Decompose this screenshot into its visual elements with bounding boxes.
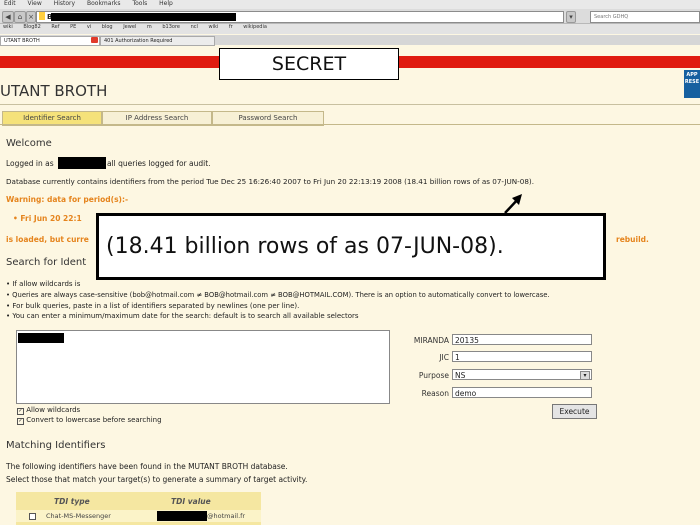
menu-view[interactable]: View xyxy=(28,0,42,7)
classification-label: SECRET xyxy=(219,48,399,80)
bookmark-item[interactable]: vi xyxy=(87,24,91,30)
identifier-textarea[interactable] xyxy=(16,330,390,404)
jic-input[interactable]: 1 xyxy=(452,351,592,362)
username-redaction xyxy=(58,157,106,169)
bookmark-item[interactable]: b13ore xyxy=(162,24,180,30)
browser-tab-label: UTANT BROTH xyxy=(4,38,40,44)
purpose-select[interactable]: NS ▾ xyxy=(452,369,592,380)
site-icon xyxy=(39,12,45,20)
dropdown-icon[interactable]: ▾ xyxy=(566,11,576,23)
column-header-value: TDI value xyxy=(171,497,211,506)
identifier-redaction xyxy=(18,333,64,343)
allow-wildcards-label: Allow wildcards xyxy=(26,406,81,414)
table-row[interactable]: Chat-MS-Messenger @hotmail.fr xyxy=(16,510,261,522)
menu-bookmarks[interactable]: Bookmarks xyxy=(87,0,121,7)
reason-label: Reason xyxy=(421,389,449,398)
jic-label: JIC xyxy=(439,353,449,362)
bookmark-item[interactable]: ncl xyxy=(191,24,198,30)
bookmark-item[interactable]: fr xyxy=(229,24,233,30)
lowercase-option: ✓ Convert to lowercase before searching xyxy=(17,416,162,425)
allow-wildcards-option: ✓ Allow wildcards xyxy=(17,406,80,415)
reason-input[interactable]: demo xyxy=(452,387,592,398)
warning-text: Warning: data for period(s):- xyxy=(6,195,129,204)
tab-underline xyxy=(0,124,700,125)
bookmark-item[interactable]: Ref xyxy=(51,24,59,30)
zoom-callout: (18.41 billion rows of as 07-JUN-08). xyxy=(96,213,606,280)
navigation-toolbar: ◀ ⌂ × B ▾ Search GDHQ xyxy=(0,9,700,24)
warning-item: • Fri Jun 20 22:1 xyxy=(13,214,82,223)
back-icon[interactable]: ◀ xyxy=(2,11,14,23)
search-heading: Search for Ident xyxy=(6,257,87,268)
execute-button[interactable]: Execute xyxy=(552,404,597,419)
results-description: The following identifiers have been foun… xyxy=(6,462,288,471)
instruction-bullet: • For bulk queries, paste in a list of i… xyxy=(6,302,300,310)
bookmark-item[interactable]: wikipedia xyxy=(243,24,267,30)
miranda-input[interactable]: 20135 xyxy=(452,334,592,345)
bookmark-item[interactable]: wiki xyxy=(3,24,13,30)
instruction-bullet: • You can enter a minimum/maximum date f… xyxy=(6,312,359,320)
bookmarks-toolbar: wiki Blog82 Ref PE vi blog Jewel m b13or… xyxy=(0,24,700,34)
chevron-down-icon[interactable]: ▾ xyxy=(580,371,590,380)
database-period-text: Database currently contains identifiers … xyxy=(6,177,534,186)
purpose-label: Purpose xyxy=(418,371,449,380)
welcome-heading: Welcome xyxy=(6,138,52,149)
results-heading: Matching Identifiers xyxy=(6,440,106,451)
menu-help[interactable]: Help xyxy=(159,0,173,7)
menu-tools[interactable]: Tools xyxy=(132,0,147,7)
lowercase-label: Convert to lowercase before searching xyxy=(26,416,162,424)
logged-in-prefix: Logged in as xyxy=(6,159,54,168)
instruction-bullet: • If allow wildcards is xyxy=(6,280,81,288)
menu-bar: Edit View History Bookmarks Tools Help xyxy=(0,0,700,9)
results-instruction: Select those that match your target(s) t… xyxy=(6,475,308,484)
browser-tab[interactable]: 401 Authorization Required xyxy=(100,36,215,46)
logo: APP RESE xyxy=(684,70,700,98)
search-placeholder: Search GDHQ xyxy=(594,14,629,20)
miranda-label: MIRANDA xyxy=(413,336,449,345)
row-checkbox[interactable] xyxy=(29,513,36,520)
bookmark-item[interactable]: Jewel xyxy=(123,24,136,30)
page-title: UTANT BROTH xyxy=(0,82,108,100)
home-icon[interactable]: ⌂ xyxy=(14,11,26,23)
logo-line: RESE xyxy=(684,79,700,85)
stop-icon[interactable]: × xyxy=(26,11,36,23)
logo-line: APP xyxy=(686,72,698,78)
menu-history[interactable]: History xyxy=(54,0,75,7)
bookmark-item[interactable]: PE xyxy=(70,24,76,30)
column-header-type: TDI type xyxy=(54,497,90,506)
tdi-value-cell: @hotmail.fr xyxy=(207,512,246,520)
menu-edit[interactable]: Edit xyxy=(4,0,16,7)
tdi-value-redaction xyxy=(157,511,207,521)
logged-in-suffix: all queries logged for audit. xyxy=(107,159,211,168)
browser-tab-active[interactable]: UTANT BROTH xyxy=(0,36,100,46)
allow-wildcards-checkbox[interactable]: ✓ xyxy=(17,408,24,415)
bookmark-item[interactable]: Blog82 xyxy=(23,24,40,30)
instruction-bullet: • Queries are always case-sensitive (bob… xyxy=(6,291,550,299)
loaded-text: is loaded, but curre xyxy=(6,235,89,244)
close-tab-icon[interactable] xyxy=(91,37,98,43)
bookmark-item[interactable]: blog xyxy=(102,24,113,30)
results-table: TDI type TDI value Chat-MS-Messenger @ho… xyxy=(16,492,261,525)
rebuild-text: rebuild. xyxy=(616,235,649,244)
tdi-type-cell: Chat-MS-Messenger xyxy=(46,512,111,520)
purpose-value: NS xyxy=(455,371,466,380)
browser-tab-bar: UTANT BROTH 401 Authorization Required xyxy=(0,35,700,46)
browser-tab-label: 401 Authorization Required xyxy=(104,38,173,44)
header-divider xyxy=(0,104,700,105)
url-bar[interactable]: B xyxy=(36,11,564,23)
bookmark-item[interactable]: m xyxy=(147,24,152,30)
search-box[interactable]: Search GDHQ xyxy=(590,11,700,23)
bookmark-item[interactable]: wiki xyxy=(208,24,218,30)
url-redaction xyxy=(51,13,236,21)
lowercase-checkbox[interactable]: ✓ xyxy=(17,418,24,425)
